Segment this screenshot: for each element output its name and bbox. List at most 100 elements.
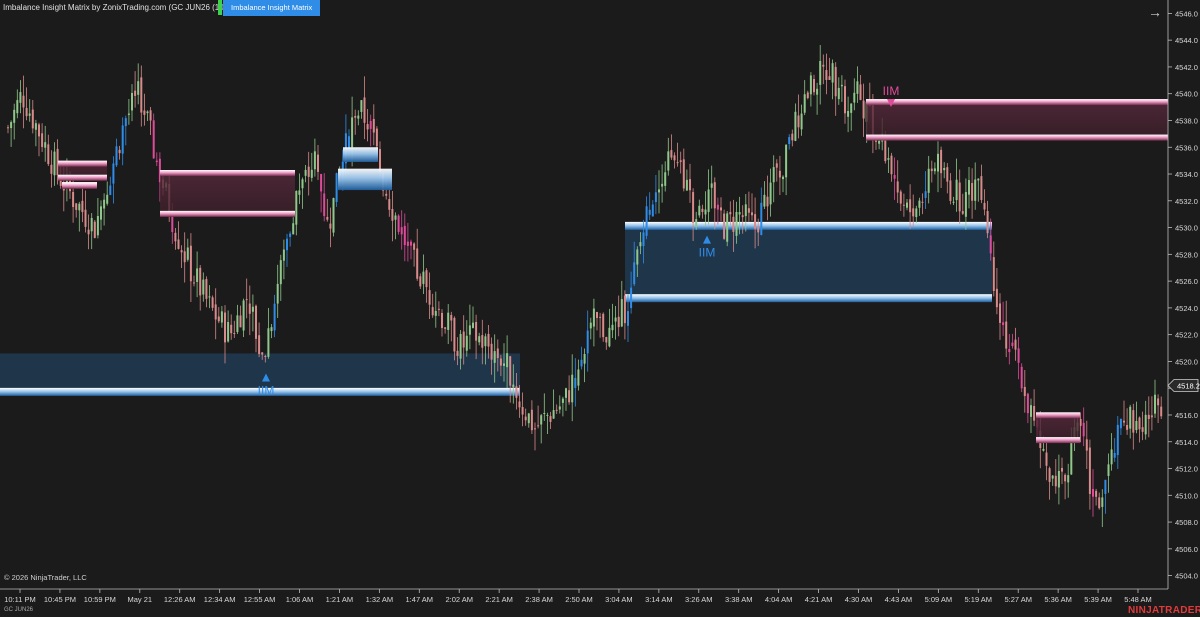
candle-body — [530, 409, 533, 431]
candle-body — [93, 221, 96, 238]
candle-body — [797, 115, 800, 128]
candle-body — [143, 110, 146, 115]
x-tick-label: 3:26 AM — [685, 595, 713, 604]
candle-body — [10, 122, 13, 129]
candle-body — [921, 201, 924, 203]
candle-body — [270, 327, 273, 332]
candle-body — [335, 173, 338, 202]
candle-body — [28, 113, 31, 116]
candle-body — [317, 154, 319, 172]
candle-body — [323, 193, 326, 217]
candle-body — [174, 232, 177, 242]
candle-body — [391, 208, 394, 221]
bear-block-top-line — [1036, 412, 1080, 419]
candle-body — [689, 179, 691, 191]
candle-body — [496, 348, 499, 359]
candle-body — [124, 118, 127, 127]
candle-body — [416, 248, 419, 279]
candle-body — [1129, 406, 1132, 429]
candle-body — [34, 123, 37, 130]
indicator-tag-button[interactable]: Imbalance Insight Matrix — [223, 0, 321, 16]
candle-body — [431, 307, 434, 316]
candle-body — [208, 296, 211, 298]
candle-body — [127, 113, 130, 115]
candle-body — [84, 209, 87, 227]
bear-block-top-line — [160, 170, 295, 177]
candle-body — [912, 208, 915, 217]
candle-body — [1126, 425, 1129, 430]
candle-body — [968, 180, 970, 195]
candle-body — [307, 166, 310, 177]
arrow-right-icon[interactable]: → — [1148, 4, 1162, 20]
candle-body — [267, 328, 270, 357]
candle-body — [115, 146, 118, 166]
candle-body — [1008, 348, 1011, 353]
candle-body — [47, 144, 50, 165]
candle-body — [918, 200, 921, 208]
candle-body — [977, 178, 980, 181]
candle-body — [766, 196, 769, 207]
candle-body — [909, 199, 912, 213]
x-tick-label: 12:34 AM — [204, 595, 236, 604]
candle-body — [375, 128, 378, 147]
candle-body — [763, 194, 766, 207]
candle-body — [933, 168, 936, 172]
candle-body — [608, 327, 611, 347]
candle-body — [481, 335, 484, 348]
candle-body — [713, 182, 716, 209]
candle-body — [25, 107, 28, 117]
signal-label: IIM — [699, 246, 716, 260]
x-tick-label: 12:55 AM — [244, 595, 276, 604]
x-tick-label: 12:26 AM — [164, 595, 196, 604]
candle-body — [958, 182, 961, 212]
candle-body — [583, 353, 586, 364]
candle-body — [379, 149, 381, 172]
candle-body — [729, 212, 732, 215]
candle-body — [599, 316, 602, 318]
x-tick-label: May 21 — [127, 595, 152, 604]
candle-body — [437, 308, 440, 310]
y-tick-label: 4516.0 — [1175, 411, 1198, 420]
candle-body — [313, 151, 316, 170]
candle-body — [971, 183, 974, 201]
candle-body — [196, 268, 199, 282]
candle-body — [586, 330, 589, 354]
candle-body — [90, 217, 93, 232]
candle-body — [279, 260, 282, 285]
candle-body — [1132, 410, 1135, 433]
candle-body — [484, 336, 487, 347]
candle-body — [602, 313, 605, 338]
bull-zone-line — [625, 294, 992, 303]
x-tick-label: 1:32 AM — [366, 595, 394, 604]
candle-body — [227, 322, 230, 342]
candle-body — [540, 415, 543, 425]
candle-body — [592, 308, 595, 327]
last-price-label: 4518.2 — [1177, 382, 1200, 391]
candle-body — [1064, 474, 1067, 482]
candle-body — [679, 160, 682, 162]
candle-body — [788, 137, 791, 144]
candle-body — [292, 223, 295, 235]
candle-body — [478, 336, 481, 343]
candle-body — [236, 315, 239, 333]
chart-title: Imbalance Insight Matrix by ZonixTrading… — [3, 3, 250, 12]
candle-body — [258, 335, 261, 355]
candle-body — [406, 241, 409, 246]
x-tick-label: 3:04 AM — [605, 595, 633, 604]
candle-body — [995, 288, 998, 308]
x-tick-label: 2:21 AM — [485, 595, 513, 604]
candle-body — [264, 355, 267, 358]
x-tick-label: 4:30 AM — [845, 595, 873, 604]
x-tick-label: 10:59 PM — [84, 595, 116, 604]
candle-body — [419, 276, 422, 287]
x-tick-label: 4:21 AM — [805, 595, 833, 604]
candle-body — [186, 247, 189, 260]
candle-body — [568, 390, 571, 403]
candle-body — [134, 90, 137, 96]
price-chart[interactable]: IIM IIM IIM 4546.0 4544.0 4542.0 4540.0 4538.0… — [0, 0, 1200, 617]
candle-body — [695, 219, 698, 227]
candle-body — [915, 208, 918, 218]
candle-body — [400, 227, 403, 235]
x-tick-label: 2:38 AM — [525, 595, 553, 604]
x-tick-label: 4:43 AM — [885, 595, 913, 604]
